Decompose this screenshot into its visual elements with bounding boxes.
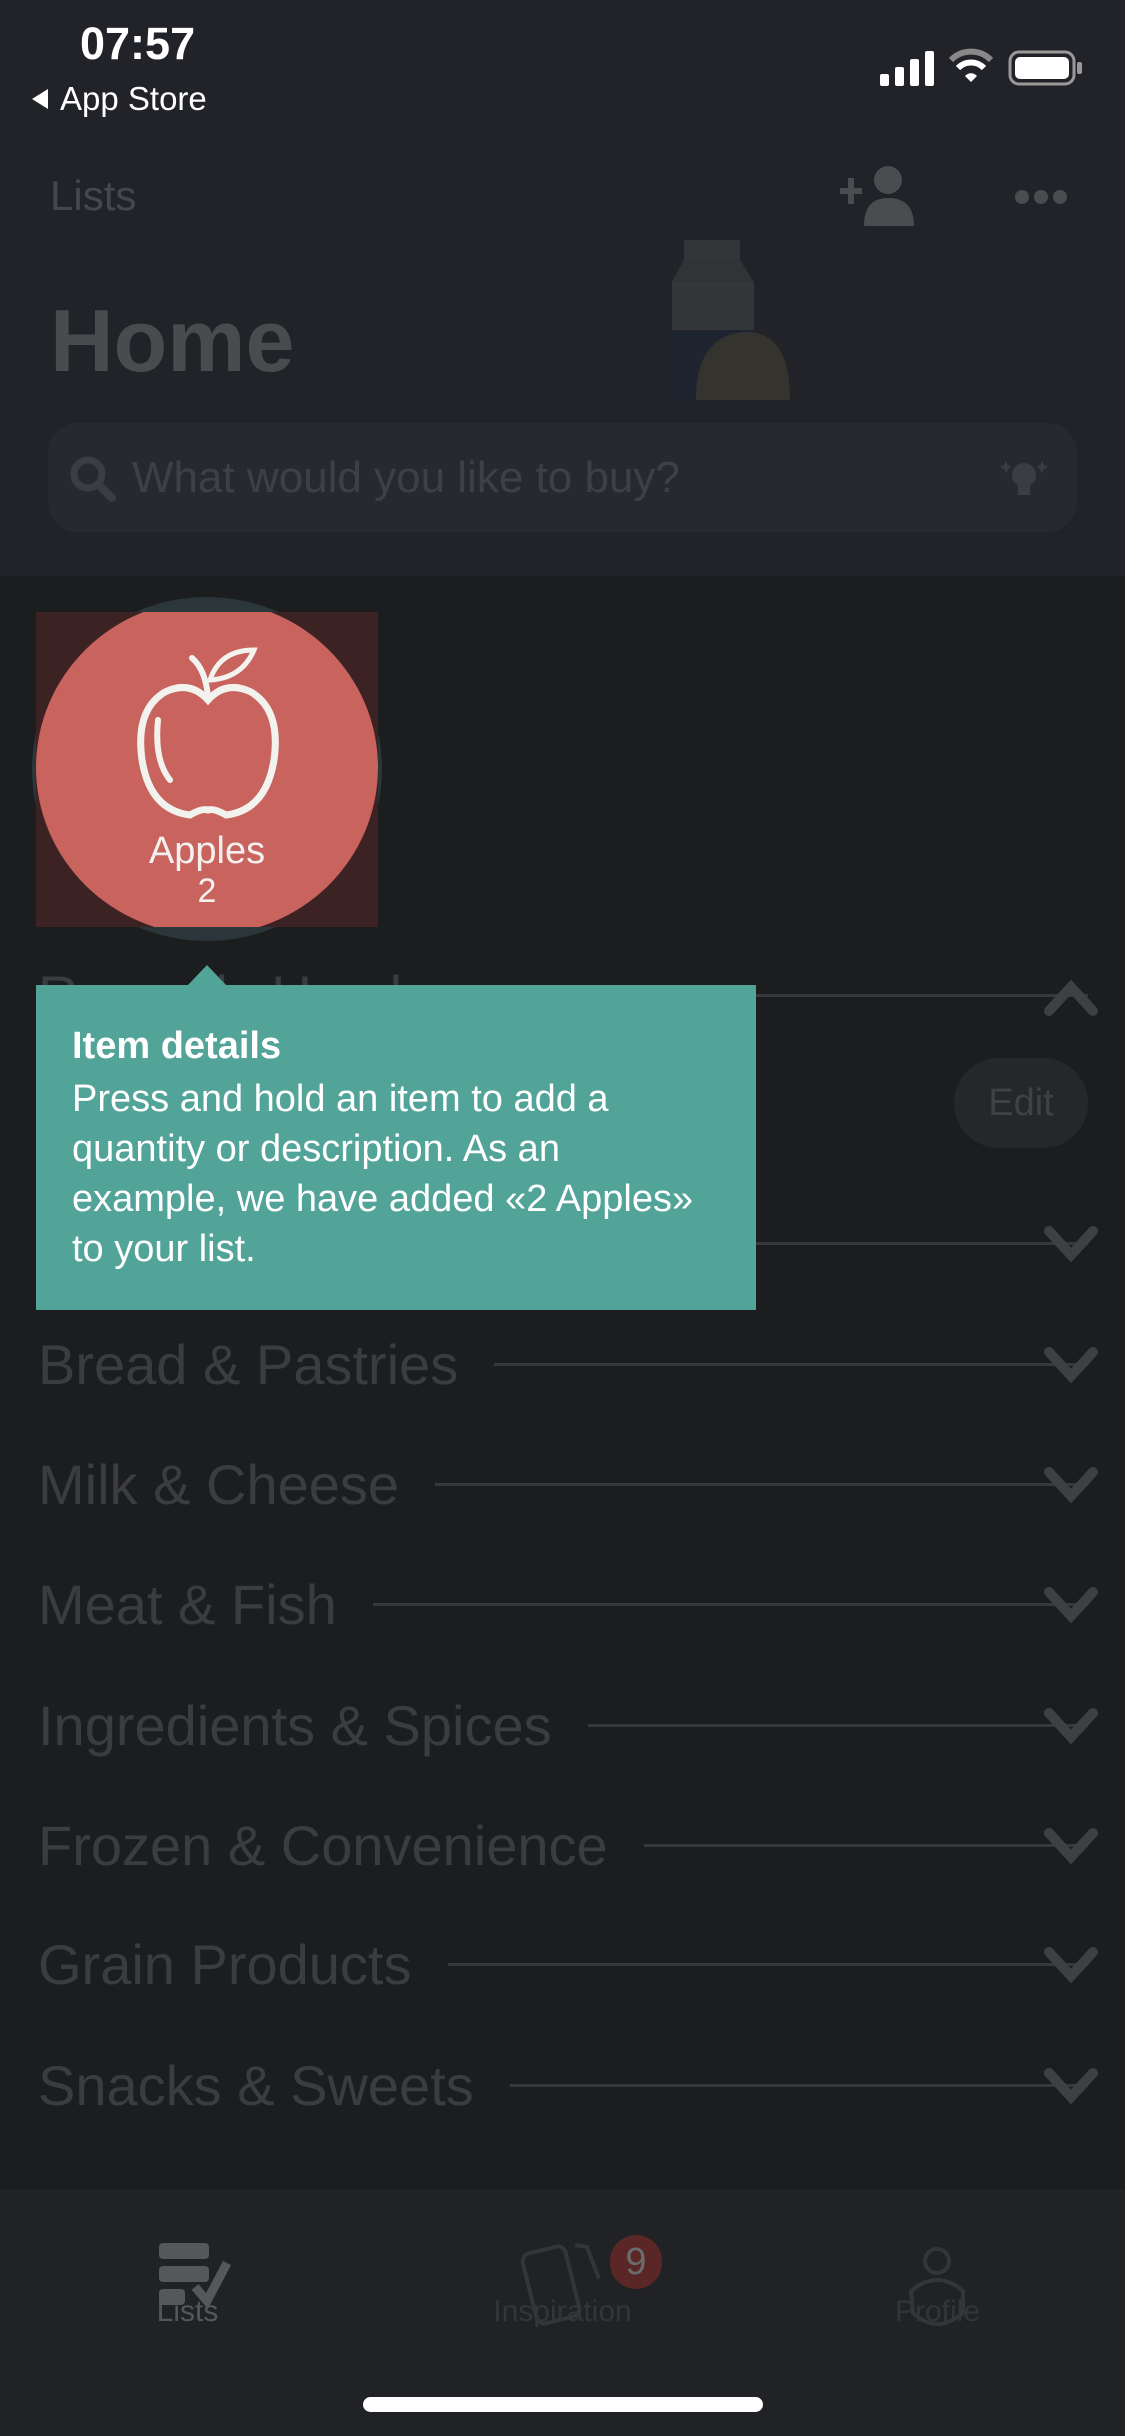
- tab-profile[interactable]: Profile: [750, 2189, 1125, 2349]
- item-details-tooltip[interactable]: Item details Press and hold an item to a…: [36, 985, 756, 1310]
- back-label: App Store: [60, 80, 207, 117]
- tab-label: Lists: [156, 2295, 219, 2328]
- divider: [447, 1962, 1088, 1966]
- apple-icon: [137, 647, 279, 819]
- divider: [509, 2083, 1088, 2087]
- divider: [494, 1362, 1088, 1366]
- category-row-milk-cheese[interactable]: Milk & Cheese: [38, 1444, 1098, 1524]
- category-row-ingredients-spices[interactable]: Ingredients & Spices: [38, 1685, 1098, 1765]
- milk-bread-illustration: [672, 240, 790, 400]
- category-label: Frozen & Convenience: [38, 1813, 608, 1877]
- category-label: Grain Products: [38, 1932, 412, 1996]
- lightbulb-icon[interactable]: [998, 451, 1050, 503]
- nav-title: Lists: [50, 172, 137, 219]
- category-row-bread-pastries[interactable]: Bread & Pastries: [38, 1324, 1098, 1404]
- chevron-down-icon[interactable]: [1043, 1578, 1099, 1628]
- category-label: Meat & Fish: [38, 1572, 337, 1636]
- search-bar[interactable]: [48, 423, 1077, 532]
- chevron-down-icon[interactable]: [1043, 1338, 1099, 1388]
- header: 07:57 App Store Lists Home: [0, 0, 1125, 576]
- search-input[interactable]: [132, 452, 952, 503]
- edit-button[interactable]: Edit: [954, 1058, 1088, 1148]
- back-triangle-icon: [32, 89, 48, 109]
- tab-lists[interactable]: Lists: [0, 2189, 375, 2349]
- wifi-icon: [948, 48, 994, 82]
- category-row-meat-fish[interactable]: Meat & Fish: [38, 1564, 1098, 1644]
- chevron-down-icon[interactable]: [1043, 1458, 1099, 1508]
- tab-inspiration[interactable]: Inspiration: [375, 2189, 750, 2349]
- notification-badge: 9: [610, 2235, 662, 2289]
- divider: [643, 1843, 1088, 1847]
- item-quantity: 2: [197, 872, 217, 910]
- divider: [587, 1723, 1088, 1727]
- tooltip-title: Item details: [72, 1025, 282, 1067]
- divider: [372, 1602, 1088, 1606]
- chevron-down-icon[interactable]: [1043, 1217, 1099, 1267]
- tab-label: Profile: [894, 2295, 981, 2328]
- category-row-grain-products[interactable]: Grain Products: [38, 1924, 1098, 2004]
- add-person-icon[interactable]: [840, 164, 916, 226]
- chevron-down-icon[interactable]: [1043, 2059, 1099, 2109]
- tab-label: Inspiration: [493, 2295, 632, 2328]
- page-title: Home: [50, 291, 295, 390]
- chevron-down-icon[interactable]: [1043, 1819, 1099, 1869]
- more-icon[interactable]: [1015, 188, 1067, 206]
- category-row-snacks-sweets[interactable]: Snacks & Sweets: [38, 2045, 1098, 2125]
- status-time: 07:57: [80, 18, 196, 69]
- back-to-app-store[interactable]: App Store: [30, 80, 207, 118]
- item-name: Apples: [148, 830, 266, 872]
- category-label: Bread & Pastries: [38, 1332, 459, 1396]
- category-row-frozen-convenience[interactable]: Frozen & Convenience: [38, 1805, 1098, 1885]
- battery-icon: [1008, 50, 1082, 86]
- category-label: Milk & Cheese: [38, 1452, 400, 1516]
- home-indicator[interactable]: [363, 2397, 763, 2412]
- tooltip-body: Press and hold an item to add a quantity…: [72, 1078, 694, 1270]
- chevron-down-icon[interactable]: [1043, 1699, 1099, 1749]
- chevron-down-icon[interactable]: [1043, 1938, 1099, 1988]
- tooltip-arrow: [187, 965, 227, 986]
- search-icon: [70, 456, 116, 502]
- category-label: Snacks & Sweets: [38, 2053, 474, 2117]
- divider: [435, 1482, 1088, 1486]
- category-label: Ingredients & Spices: [38, 1693, 552, 1757]
- chevron-up-icon[interactable]: [1043, 969, 1099, 1019]
- cellular-signal-icon: [880, 51, 934, 86]
